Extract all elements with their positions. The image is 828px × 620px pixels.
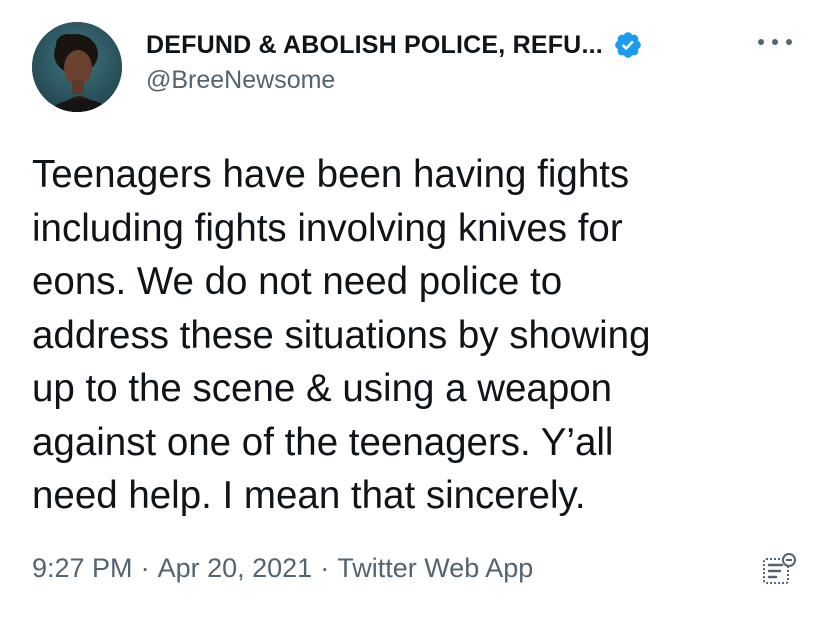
name-row: DEFUND & ABOLISH POLICE, REFU...	[146, 26, 736, 64]
analytics-icon[interactable]	[758, 550, 798, 590]
display-name[interactable]: DEFUND & ABOLISH POLICE, REFU...	[146, 31, 603, 60]
tweet-date[interactable]: Apr 20, 2021	[158, 553, 313, 583]
more-dot	[758, 39, 764, 45]
tweet-header: DEFUND & ABOLISH POLICE, REFU... @BreeNe…	[146, 26, 736, 95]
more-dot	[772, 39, 778, 45]
meta-separator: ·	[320, 553, 330, 583]
tweet-metadata: 9:27 PM · Apr 20, 2021 · Twitter Web App	[32, 553, 533, 584]
user-handle[interactable]: @BreeNewsome	[146, 66, 736, 95]
meta-separator: ·	[140, 553, 150, 583]
tweet-card: DEFUND & ABOLISH POLICE, REFU... @BreeNe…	[0, 0, 828, 620]
avatar[interactable]	[32, 22, 122, 112]
tweet-source[interactable]: Twitter Web App	[337, 553, 533, 583]
tweet-text: Teenagers have been having fights includ…	[32, 153, 651, 517]
more-options-icon[interactable]	[758, 32, 792, 52]
tweet-time[interactable]: 9:27 PM	[32, 553, 133, 583]
more-dot	[786, 39, 792, 45]
verified-badge-icon	[613, 30, 643, 60]
profile-photo-icon	[32, 22, 122, 112]
